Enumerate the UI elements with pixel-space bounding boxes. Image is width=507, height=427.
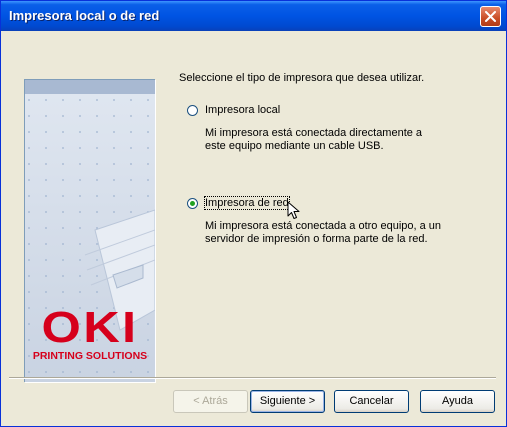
cancel-button[interactable]: Cancelar	[334, 390, 409, 413]
dialog-window: Impresora local o de red OKI PRINTING SO…	[0, 0, 507, 427]
radio-button-network[interactable]	[187, 198, 198, 209]
help-button[interactable]: Ayuda	[420, 390, 495, 413]
oki-logo: OKI	[41, 303, 139, 352]
window-title: Impresora local o de red	[9, 8, 160, 23]
back-button[interactable]: < Atrás	[173, 390, 248, 413]
close-button[interactable]	[480, 6, 501, 27]
instruction-text: Seleccione el tipo de impresora que dese…	[179, 72, 425, 84]
radio-label-network[interactable]: Impresora de red	[204, 196, 290, 210]
button-separator	[9, 377, 496, 379]
mouse-cursor-icon	[287, 201, 300, 219]
radio-label-local[interactable]: Impresora local	[205, 104, 280, 116]
next-button[interactable]: Siguiente >	[250, 390, 325, 413]
network-printer-description: Mi impresora está conectada a otro equip…	[205, 220, 442, 245]
dialog-content: OKI PRINTING SOLUTIONS Seleccione el tip…	[1, 31, 506, 426]
radio-button-local[interactable]	[187, 105, 198, 116]
oki-banner-image: OKI PRINTING SOLUTIONS	[25, 80, 156, 383]
close-icon	[485, 11, 496, 22]
title-bar[interactable]: Impresora local o de red	[1, 1, 506, 31]
local-printer-description: Mi impresora está conectada directamente…	[205, 127, 423, 152]
oki-tagline: PRINTING SOLUTIONS	[32, 350, 148, 362]
